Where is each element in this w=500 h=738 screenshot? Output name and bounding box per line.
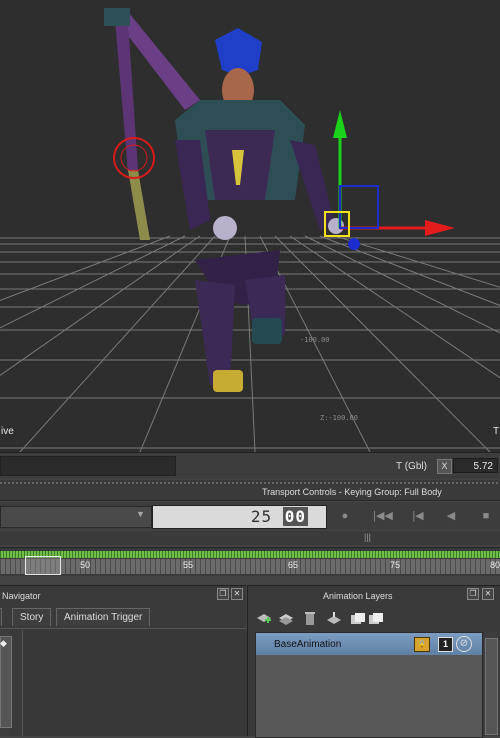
timeline-ruler[interactable] bbox=[0, 559, 500, 574]
navigator-side-scroll[interactable] bbox=[0, 636, 12, 728]
frame-sub: 00 bbox=[282, 507, 308, 526]
step-back-icon[interactable]: |◀ bbox=[410, 510, 426, 523]
merge-layer-icon[interactable] bbox=[326, 612, 342, 625]
layers-scroll-thumb[interactable] bbox=[485, 638, 498, 735]
tab-animation-trigger[interactable]: Animation Trigger bbox=[56, 608, 151, 626]
navigator-content bbox=[22, 630, 247, 736]
viewport-scene: -100.00 Z:-100.00 bbox=[0, 8, 500, 452]
mute-icon[interactable]: ⊘ bbox=[456, 636, 472, 652]
dotted-divider bbox=[0, 482, 500, 484]
float-icon[interactable]: ❐ bbox=[467, 588, 479, 600]
tick-label: 75 bbox=[390, 560, 401, 570]
float-icon[interactable]: ❐ bbox=[217, 588, 229, 600]
tick-label: 65 bbox=[288, 560, 299, 570]
close-icon[interactable]: ✕ bbox=[231, 588, 243, 600]
delete-layer-icon[interactable] bbox=[302, 612, 318, 625]
current-frame-field[interactable]: 25 00 bbox=[152, 505, 327, 529]
solo-icon[interactable]: 1 bbox=[438, 637, 453, 652]
splitter-grip-icon[interactable]: ||| bbox=[364, 532, 371, 542]
animation-layers-title: Animation Layers bbox=[323, 591, 393, 601]
rewind-icon[interactable]: |◀◀ bbox=[372, 510, 394, 523]
viewport-right-label: T bbox=[493, 426, 500, 437]
layers-scrollbar[interactable] bbox=[484, 632, 498, 736]
layer-toolbar bbox=[256, 610, 396, 628]
transport-header: Transport Controls - Keying Group: Full … bbox=[0, 480, 500, 501]
layer-list: BaseAnimation 🔒 1 ⊘ bbox=[255, 632, 483, 738]
tick-label: 80 bbox=[490, 560, 500, 570]
grid-label-1: -100.00 bbox=[300, 336, 330, 344]
grid-label-2: Z:-100.00 bbox=[320, 414, 358, 422]
x-axis-button[interactable]: X bbox=[437, 459, 452, 474]
layer-down-icon[interactable] bbox=[368, 612, 384, 625]
property-row: T (Gbl) X 5.72 bbox=[0, 452, 500, 479]
chevron-down-icon[interactable]: ▼ bbox=[136, 509, 145, 519]
timeline[interactable]: 50 55 65 75 80 bbox=[0, 547, 500, 576]
take-dropdown[interactable] bbox=[0, 506, 152, 528]
x-value-field[interactable]: 5.72 bbox=[453, 458, 498, 473]
navigator-tabs: Story Animation Trigger bbox=[0, 606, 246, 629]
viewport-left-label: ive bbox=[1, 426, 14, 437]
add-layer-icon[interactable] bbox=[256, 612, 272, 625]
duplicate-layer-icon[interactable] bbox=[278, 612, 294, 625]
translation-global-label: T (Gbl) bbox=[396, 461, 427, 472]
expand-arrow-icon[interactable]: ◆ bbox=[0, 638, 7, 649]
navigator-panel: Navigator ❐ ✕ Story Animation Trigger ◆ bbox=[0, 585, 247, 736]
layer-name: BaseAnimation bbox=[274, 639, 342, 650]
stop-icon[interactable]: ■ bbox=[478, 510, 494, 523]
frame-main: 25 bbox=[250, 507, 273, 526]
close-icon[interactable]: ✕ bbox=[482, 588, 494, 600]
tab-previous[interactable] bbox=[0, 608, 2, 626]
timeline-key-band bbox=[0, 551, 500, 558]
transport-controls: ▼ 25 00 ● |◀◀ |◀ ◀ ■ bbox=[0, 502, 500, 530]
manipulator-icon bbox=[324, 110, 455, 250]
3d-viewport[interactable]: -100.00 Z:-100.00 ive T bbox=[0, 0, 500, 452]
timeline-cursor[interactable] bbox=[25, 556, 61, 575]
animation-layers-panel: Animation Layers ❐ ✕ BaseAnimation 🔒 1 ⊘ bbox=[247, 585, 500, 738]
transport-splitter[interactable]: ||| bbox=[0, 531, 500, 545]
navigator-title: Navigator bbox=[2, 591, 41, 601]
layer-row[interactable]: BaseAnimation 🔒 1 ⊘ bbox=[256, 633, 482, 655]
transport-title: Transport Controls - Keying Group: Full … bbox=[262, 487, 442, 497]
record-icon[interactable]: ● bbox=[337, 510, 353, 523]
layer-up-icon[interactable] bbox=[350, 612, 366, 625]
tick-label: 55 bbox=[183, 560, 194, 570]
frame-readout: 25 00 bbox=[251, 507, 308, 526]
tab-story[interactable]: Story bbox=[12, 608, 52, 626]
tick-label: 50 bbox=[80, 560, 91, 570]
property-field[interactable] bbox=[0, 456, 176, 476]
play-back-icon[interactable]: ◀ bbox=[443, 510, 459, 523]
lock-icon[interactable]: 🔒 bbox=[414, 637, 430, 652]
